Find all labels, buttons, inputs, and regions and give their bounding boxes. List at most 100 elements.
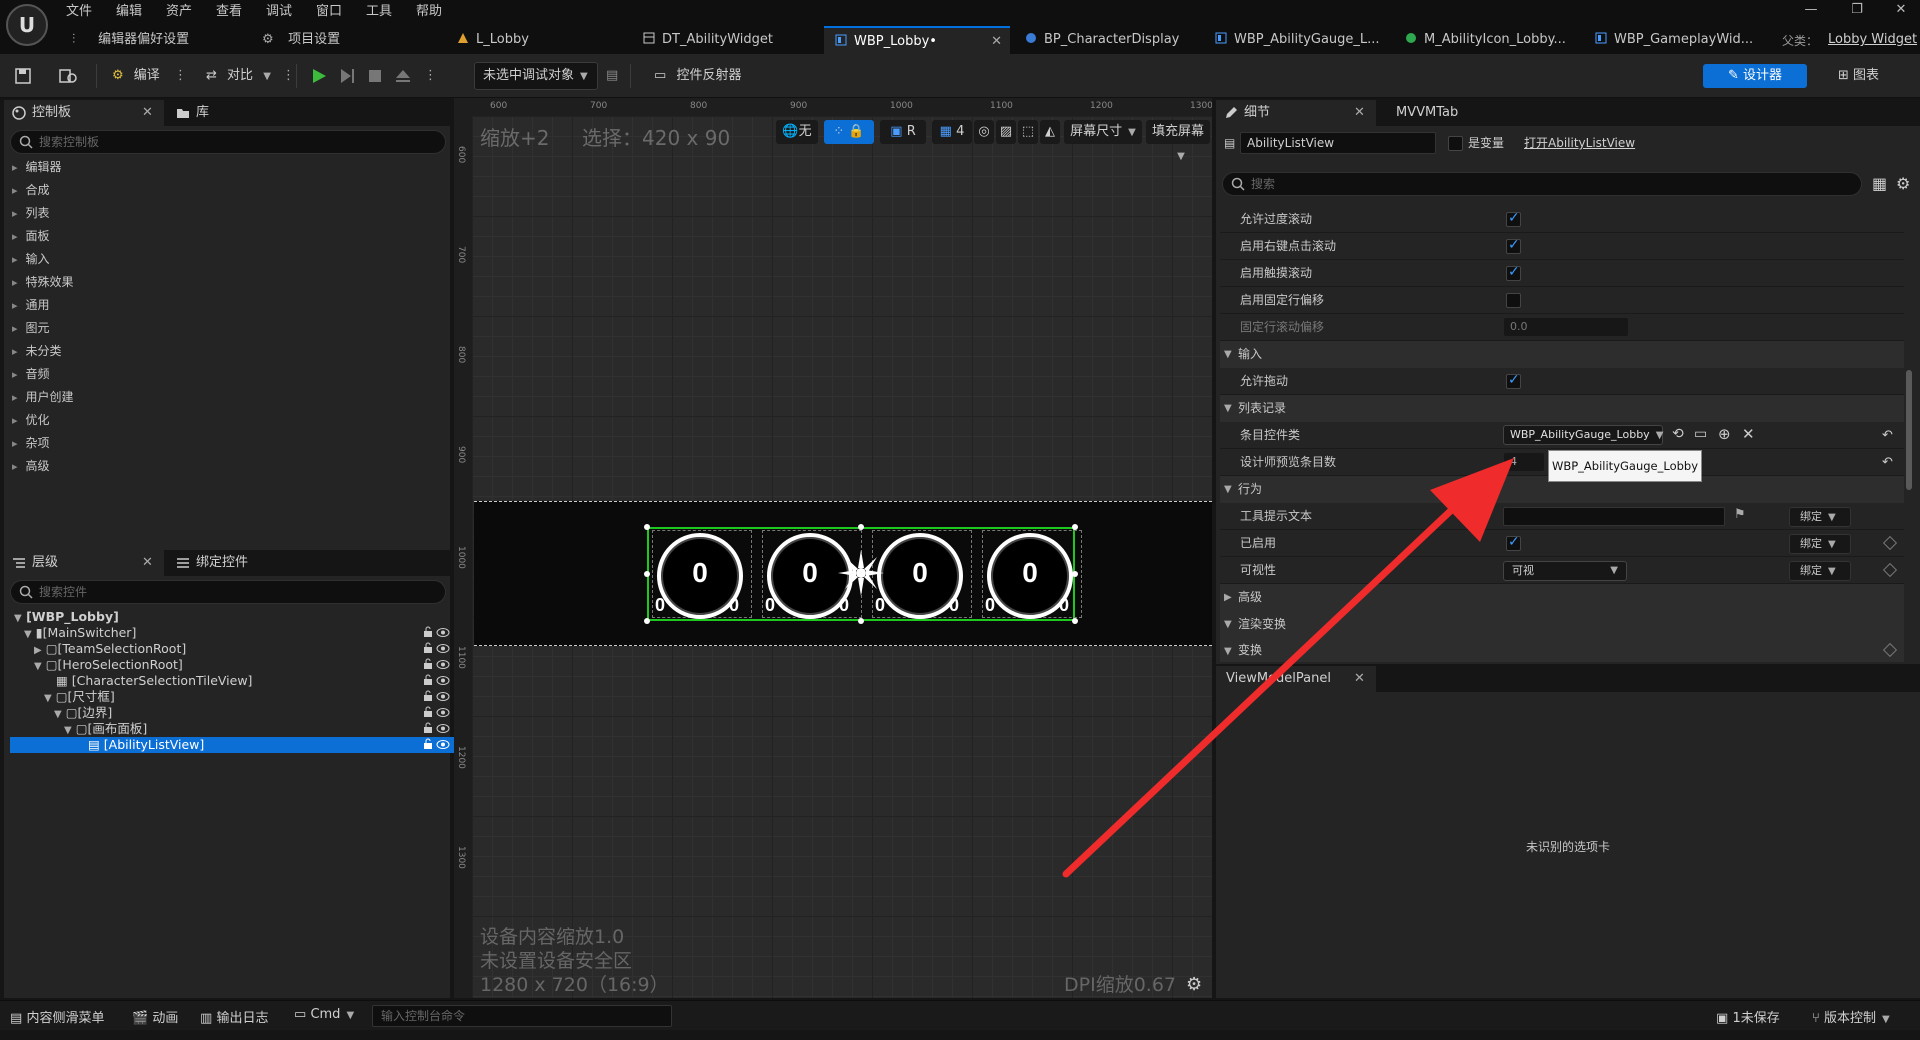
is-variable-checkbox[interactable] <box>1448 136 1463 151</box>
lock-icon[interactable] <box>422 706 434 718</box>
bind-dropdown[interactable]: 绑定 ▼ <box>1789 561 1851 581</box>
rmb-scroll-checkbox[interactable] <box>1506 237 1521 254</box>
anchor-icon[interactable] <box>834 546 888 600</box>
graph-mode-button[interactable]: ⊞ 图表 <box>1838 62 1879 90</box>
flip-icon[interactable]: ◭ <box>1040 120 1060 144</box>
close-icon[interactable]: ✕ <box>991 28 1002 54</box>
palette-category-user-created[interactable]: 用户创建 <box>12 386 74 409</box>
tab-l-lobby[interactable]: L_Lobby <box>446 26 626 54</box>
localization-button[interactable]: 🌐无 <box>776 120 818 144</box>
details-scrollbar[interactable] <box>1906 370 1912 490</box>
tab-m-abilityicon[interactable]: M_AbilityIcon_Lobby... <box>1394 26 1584 54</box>
eye-icon[interactable] <box>436 627 450 638</box>
eject-button[interactable] <box>394 62 412 90</box>
palette-category-effects[interactable]: 特殊效果 <box>12 271 74 294</box>
section-render-transform[interactable]: ▼ 渲染变换 <box>1220 611 1904 638</box>
dotted-box-icon[interactable]: ⬚ <box>1018 120 1038 144</box>
resize-handle[interactable] <box>1072 524 1078 530</box>
fixed-offset-input[interactable]: 0.0 <box>1504 318 1628 336</box>
console-command-input[interactable]: 输入控制台命令 <box>372 1005 672 1027</box>
hierarchy-row[interactable]: ▼ ▢[尺寸框] <box>10 689 454 705</box>
tab-bind-widgets[interactable]: 绑定控件 <box>168 550 268 576</box>
section-input[interactable]: ▼ 输入 <box>1220 341 1904 368</box>
debug-target-dropdown[interactable]: 未选中调试对象 ▼ <box>474 62 598 90</box>
lock-icon[interactable] <box>422 674 434 686</box>
diff-button[interactable]: ⇄ 对比 ▼ <box>206 62 271 90</box>
hierarchy-row[interactable]: ▦ [CharacterSelectionTileView] <box>10 673 454 689</box>
hierarchy-row[interactable]: ▼ [WBP_Lobby] <box>10 609 454 625</box>
touch-scroll-checkbox[interactable] <box>1506 264 1521 281</box>
tooltip-text-input[interactable] <box>1503 507 1725 526</box>
eye-icon[interactable] <box>436 643 450 654</box>
close-icon[interactable]: ✕ <box>1354 100 1365 126</box>
menu-window[interactable]: 窗口 <box>316 3 342 21</box>
tab-dt-abilitywidget[interactable]: DT_AbilityWidget <box>632 26 822 54</box>
tab-library[interactable]: 库 <box>168 100 248 126</box>
tab-hierarchy[interactable]: 层级 <box>4 550 164 576</box>
menu-file[interactable]: 文件 <box>66 3 92 21</box>
step-button[interactable] <box>338 62 356 90</box>
allow-overscroll-checkbox[interactable] <box>1506 210 1521 227</box>
hierarchy-row-selected[interactable]: ▤ [AbilityListView] <box>10 737 454 753</box>
widget-reflector-button[interactable]: ▭ 控件反射器 <box>654 62 741 90</box>
designer-mode-button[interactable]: ✎ 设计器 <box>1703 64 1807 88</box>
keyframe-diamond-icon[interactable] <box>1882 535 1898 551</box>
palette-category-uncategorized[interactable]: 未分类 <box>12 340 62 363</box>
tab-palette[interactable]: 控制板 <box>4 100 164 126</box>
fill-screen-dropdown[interactable]: 填充屏幕 ▼ <box>1146 120 1210 162</box>
palette-category-primitive[interactable]: 图元 <box>12 317 50 340</box>
respect-locks-toggle[interactable]: ▣ R <box>880 120 926 144</box>
outline-toggle-icon[interactable]: ◎ <box>974 120 994 144</box>
resize-handle[interactable] <box>858 618 864 624</box>
resize-handle[interactable] <box>644 618 650 624</box>
details-search-input[interactable]: 搜索 <box>1222 172 1862 196</box>
hierarchy-row[interactable]: ▶ ▢[TeamSelectionRoot] <box>10 641 454 657</box>
designer-viewport[interactable]: 600 700 800 900 1000 1100 1200 1300 600 … <box>454 98 1212 998</box>
fixed-offset-checkbox[interactable] <box>1506 293 1521 308</box>
lock-icon[interactable] <box>422 658 434 670</box>
entry-widget-class-dropdown[interactable]: WBP_AbilityGauge_Lobby ▼ <box>1503 425 1663 445</box>
menu-tools[interactable]: 工具 <box>366 3 392 21</box>
output-log-button[interactable]: ▥ 输出日志 <box>200 1007 268 1026</box>
palette-category-optimization[interactable]: 优化 <box>12 409 50 432</box>
clear-icon[interactable]: ✕ <box>1742 425 1755 443</box>
palette-category-audio[interactable]: 音频 <box>12 363 50 386</box>
visibility-dropdown[interactable]: 可视 ▼ <box>1503 561 1627 581</box>
preview-count-input[interactable]: 4 <box>1504 453 1544 471</box>
menu-help[interactable]: 帮助 <box>416 3 442 21</box>
eye-icon[interactable] <box>436 659 450 670</box>
lock-icon[interactable] <box>422 690 434 702</box>
tab-wbp-gameplaywidget[interactable]: WBP_GameplayWid... <box>1584 26 1774 54</box>
close-icon[interactable]: ✕ <box>142 550 153 576</box>
keyframe-diamond-icon[interactable] <box>1882 562 1898 578</box>
resize-handle[interactable] <box>1072 618 1078 624</box>
lock-icon[interactable] <box>422 626 434 638</box>
animation-button[interactable]: 🎬 动画 <box>132 1007 178 1026</box>
image-preview-icon[interactable]: ▨ <box>996 120 1016 144</box>
palette-category-misc[interactable]: 杂项 <box>12 432 50 455</box>
menu-view[interactable]: 查看 <box>216 3 242 21</box>
palette-category-common[interactable]: 通用 <box>12 294 50 317</box>
tab-wbp-abilitygauge[interactable]: WBP_AbilityGauge_L... <box>1204 26 1392 54</box>
unreal-logo-icon[interactable]: U <box>6 4 48 46</box>
source-control-button[interactable]: ⑂ 版本控制 ▼ <box>1812 1007 1890 1026</box>
hierarchy-search-input[interactable]: 搜索控件 <box>10 580 446 604</box>
save-icon[interactable] <box>14 62 32 90</box>
browse-icon[interactable] <box>58 62 78 90</box>
tab-mvvm[interactable]: MVVMTab <box>1384 100 1494 126</box>
table-view-icon[interactable]: ▦ <box>1872 174 1887 193</box>
palette-category-editor[interactable]: 编辑器 <box>12 156 62 179</box>
palette-category-advanced[interactable]: 高级 <box>12 455 50 478</box>
hierarchy-row[interactable]: ▼ ▮[MainSwitcher] <box>10 625 454 641</box>
dpi-settings-gear-icon[interactable]: ⚙ <box>1186 974 1202 995</box>
restore-icon[interactable]: ❐ <box>1842 2 1872 22</box>
content-drawer-button[interactable]: ▤ 内容侧滑菜单 <box>10 1007 104 1026</box>
project-settings-button[interactable]: ⚙ 项目设置 <box>262 30 340 50</box>
more-options-icon[interactable]: ⋮ <box>282 62 295 90</box>
eye-icon[interactable] <box>436 707 450 718</box>
cmd-dropdown[interactable]: ▭ Cmd ▼ <box>294 1007 354 1022</box>
lock-toggle[interactable]: ⁘ 🔒 <box>824 120 874 144</box>
menu-debug[interactable]: 调试 <box>266 3 292 21</box>
palette-category-composite[interactable]: 合成 <box>12 179 50 202</box>
close-icon[interactable]: ✕ <box>142 100 153 126</box>
